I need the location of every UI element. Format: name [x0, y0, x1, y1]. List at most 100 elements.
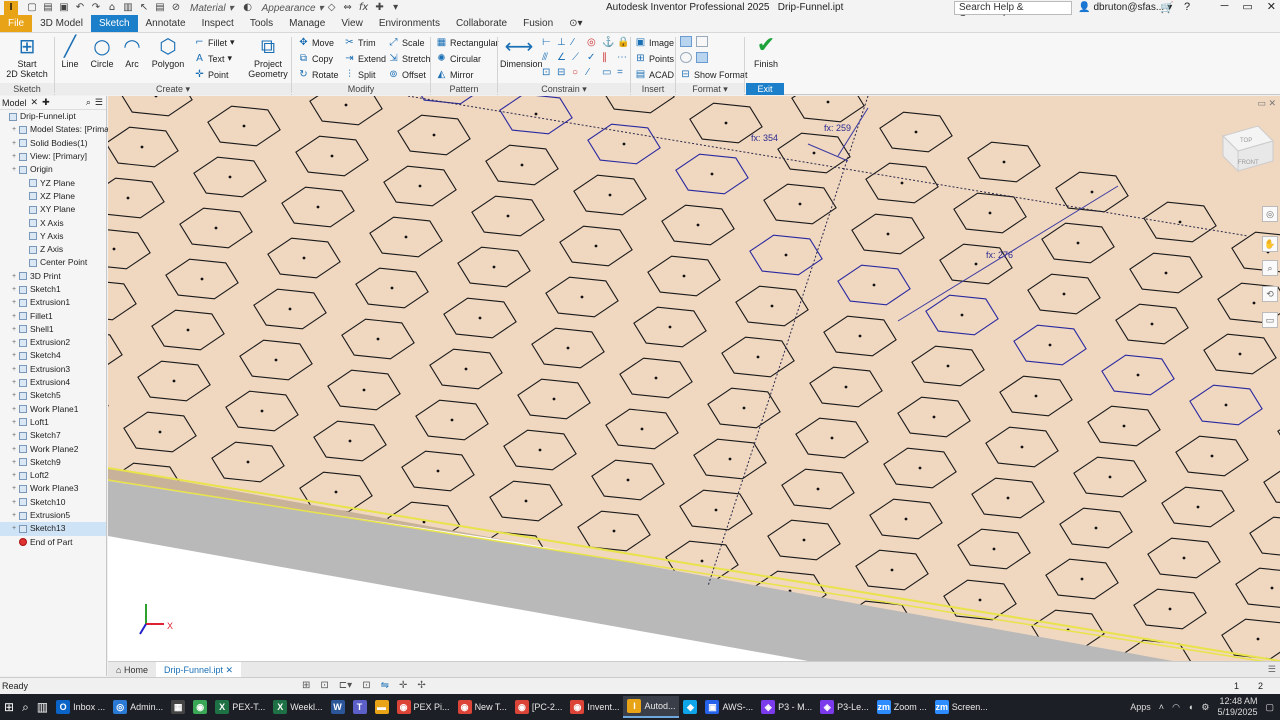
- tree-item[interactable]: XZ Plane: [0, 190, 106, 203]
- close-tab-icon[interactable]: ✕: [226, 665, 234, 675]
- circle-button[interactable]: ○ Circle: [88, 35, 116, 69]
- close-tab-icon[interactable]: ✕: [31, 97, 39, 108]
- expand-icon[interactable]: +: [12, 509, 19, 522]
- taskbar-app[interactable]: ◈ P3 - M...: [757, 696, 816, 718]
- perpendicular-icon[interactable]: ⊥: [557, 37, 570, 48]
- construction-icon[interactable]: [680, 36, 692, 47]
- nav-look-at-icon[interactable]: ▭: [1262, 312, 1278, 328]
- circle-constraint-icon[interactable]: ○: [572, 67, 585, 78]
- dimension-button[interactable]: ⟷ Dimension: [500, 35, 543, 69]
- taskbar-app[interactable]: ▬: [371, 696, 393, 718]
- smooth-icon[interactable]: ⋯: [617, 52, 630, 63]
- expand-icon[interactable]: +: [12, 137, 19, 150]
- help-search-input[interactable]: Search Help & Commands...: [954, 1, 1072, 25]
- dimension-label-1[interactable]: fx: 354: [751, 133, 778, 143]
- rect-icon[interactable]: ▭: [602, 67, 615, 78]
- tree-item[interactable]: + Extrusion2: [0, 336, 106, 349]
- scale-button[interactable]: ⤢ Scale: [388, 37, 425, 48]
- move-button[interactable]: ✥ Move: [298, 37, 334, 48]
- update-icon[interactable]: ▥: [122, 2, 134, 14]
- user-account[interactable]: 👤 dbruton@sfas... ▾: [1078, 2, 1172, 13]
- parameters-icon[interactable]: fx: [358, 2, 370, 14]
- material-combo[interactable]: Material ▾: [186, 1, 238, 15]
- horizontal-icon[interactable]: ⟋: [572, 52, 585, 63]
- tree-item[interactable]: +3D Print: [0, 270, 106, 283]
- snap-icon[interactable]: ⊡: [320, 680, 328, 691]
- browser-menu-icon[interactable]: ☰: [95, 97, 106, 108]
- tab-menu-icon[interactable]: ☰: [1268, 664, 1280, 675]
- print-icon[interactable]: ▤: [154, 2, 166, 14]
- parallel-icon[interactable]: ∕: [572, 37, 585, 48]
- clear-icon[interactable]: ◇: [326, 2, 338, 14]
- save-icon[interactable]: ▣: [58, 2, 70, 14]
- panel-title-format[interactable]: Format ▾: [676, 83, 744, 95]
- expand-icon[interactable]: +: [12, 482, 19, 495]
- taskbar-app[interactable]: zm Zoom ...: [873, 696, 931, 718]
- taskbar-app[interactable]: O Inbox ...: [52, 696, 109, 718]
- tab-more-icon[interactable]: ⊙▾: [561, 15, 590, 32]
- tree-item[interactable]: + Origin: [0, 163, 106, 176]
- tab-fusion[interactable]: Fusion: [515, 15, 561, 32]
- concentric-icon[interactable]: ◎: [587, 37, 600, 48]
- arc-button[interactable]: ◠ Arc: [120, 35, 144, 69]
- close-icon[interactable]: ✕: [1267, 0, 1276, 13]
- browser-tab-model[interactable]: Model: [2, 98, 27, 108]
- taskbar-app[interactable]: T: [349, 696, 371, 718]
- appearance-combo[interactable]: Appearance ▾: [258, 1, 324, 15]
- tree-item[interactable]: + Extrusion1: [0, 296, 106, 309]
- taskbar-app[interactable]: I Autod...: [623, 696, 680, 718]
- tab-annotate[interactable]: Annotate: [138, 15, 194, 32]
- split-button[interactable]: ⫶ Split: [344, 69, 375, 80]
- select-icon[interactable]: ↖: [138, 2, 150, 14]
- tree-item[interactable]: + Work Plane2: [0, 442, 106, 455]
- expand-icon[interactable]: +: [12, 469, 19, 482]
- add-tab-icon[interactable]: ✚: [42, 97, 50, 108]
- pointer-icon[interactable]: ✢: [417, 680, 425, 691]
- taskbar-app[interactable]: ◉ Invent...: [566, 696, 623, 718]
- auto-dimension-icon[interactable]: ⊡: [542, 67, 555, 78]
- circular-pattern-button[interactable]: ✺ Circular: [436, 53, 481, 64]
- symmetric-icon[interactable]: ⊟: [557, 67, 570, 78]
- help-icon[interactable]: ?: [1184, 1, 1190, 13]
- tab-view[interactable]: View: [333, 15, 371, 32]
- redo-icon[interactable]: ↷: [90, 2, 102, 14]
- tree-item[interactable]: X Axis: [0, 216, 106, 229]
- tree-item[interactable]: + Fillet1: [0, 309, 106, 322]
- tree-item[interactable]: + Work Plane3: [0, 482, 106, 495]
- expand-icon[interactable]: +: [12, 456, 19, 469]
- tree-item[interactable]: Y Axis: [0, 230, 106, 243]
- volume-icon[interactable]: ◖: [1188, 702, 1193, 712]
- search-button[interactable]: ⌕: [18, 696, 33, 718]
- taskbar-app[interactable]: ▦: [167, 696, 189, 718]
- collinear-icon[interactable]: ⫻: [542, 52, 555, 63]
- tree-item[interactable]: + View: [Primary]: [0, 150, 106, 163]
- expand-icon[interactable]: +: [12, 416, 19, 429]
- trim-button[interactable]: ✂ Trim: [344, 37, 375, 48]
- rotate-button[interactable]: ↻ Rotate: [298, 69, 338, 80]
- tree-item[interactable]: + Sketch5: [0, 389, 106, 402]
- expand-icon[interactable]: +: [12, 270, 19, 283]
- tree-item[interactable]: + Sketch13: [0, 522, 106, 536]
- tree-item[interactable]: Center Point: [0, 256, 106, 269]
- taskbar-app[interactable]: ◉: [189, 696, 211, 718]
- vertical-icon[interactable]: ✓: [587, 52, 600, 63]
- taskbar-app[interactable]: ◉ PEX Pi...: [393, 696, 454, 718]
- tree-item[interactable]: + Extrusion5: [0, 509, 106, 522]
- file-tab[interactable]: Drip-Funnel.ipt ✕: [155, 661, 242, 678]
- expand-icon[interactable]: +: [12, 310, 19, 323]
- tree-item[interactable]: + Extrusion4: [0, 376, 106, 389]
- tree-item[interactable]: + Shell1: [0, 323, 106, 336]
- taskbar-app[interactable]: ◉ [PC-2...: [511, 696, 567, 718]
- rectangular-pattern-button[interactable]: ▦ Rectangular: [436, 37, 499, 48]
- taskbar-app[interactable]: X PEX-T...: [211, 696, 269, 718]
- centerline-icon[interactable]: [696, 36, 708, 47]
- nav-orbit-icon[interactable]: ⟲: [1262, 286, 1278, 302]
- undo-icon[interactable]: ↶: [74, 2, 86, 14]
- cart-icon[interactable]: 🛒: [1160, 1, 1174, 14]
- tree-item[interactable]: + Loft2: [0, 469, 106, 482]
- expand-icon[interactable]: +: [12, 389, 19, 402]
- inventor-logo[interactable]: I: [4, 1, 18, 15]
- expand-icon[interactable]: +: [12, 123, 19, 136]
- taskbar-app[interactable]: ◎ Admin...: [109, 696, 167, 718]
- task-view-button[interactable]: ▥: [33, 696, 52, 718]
